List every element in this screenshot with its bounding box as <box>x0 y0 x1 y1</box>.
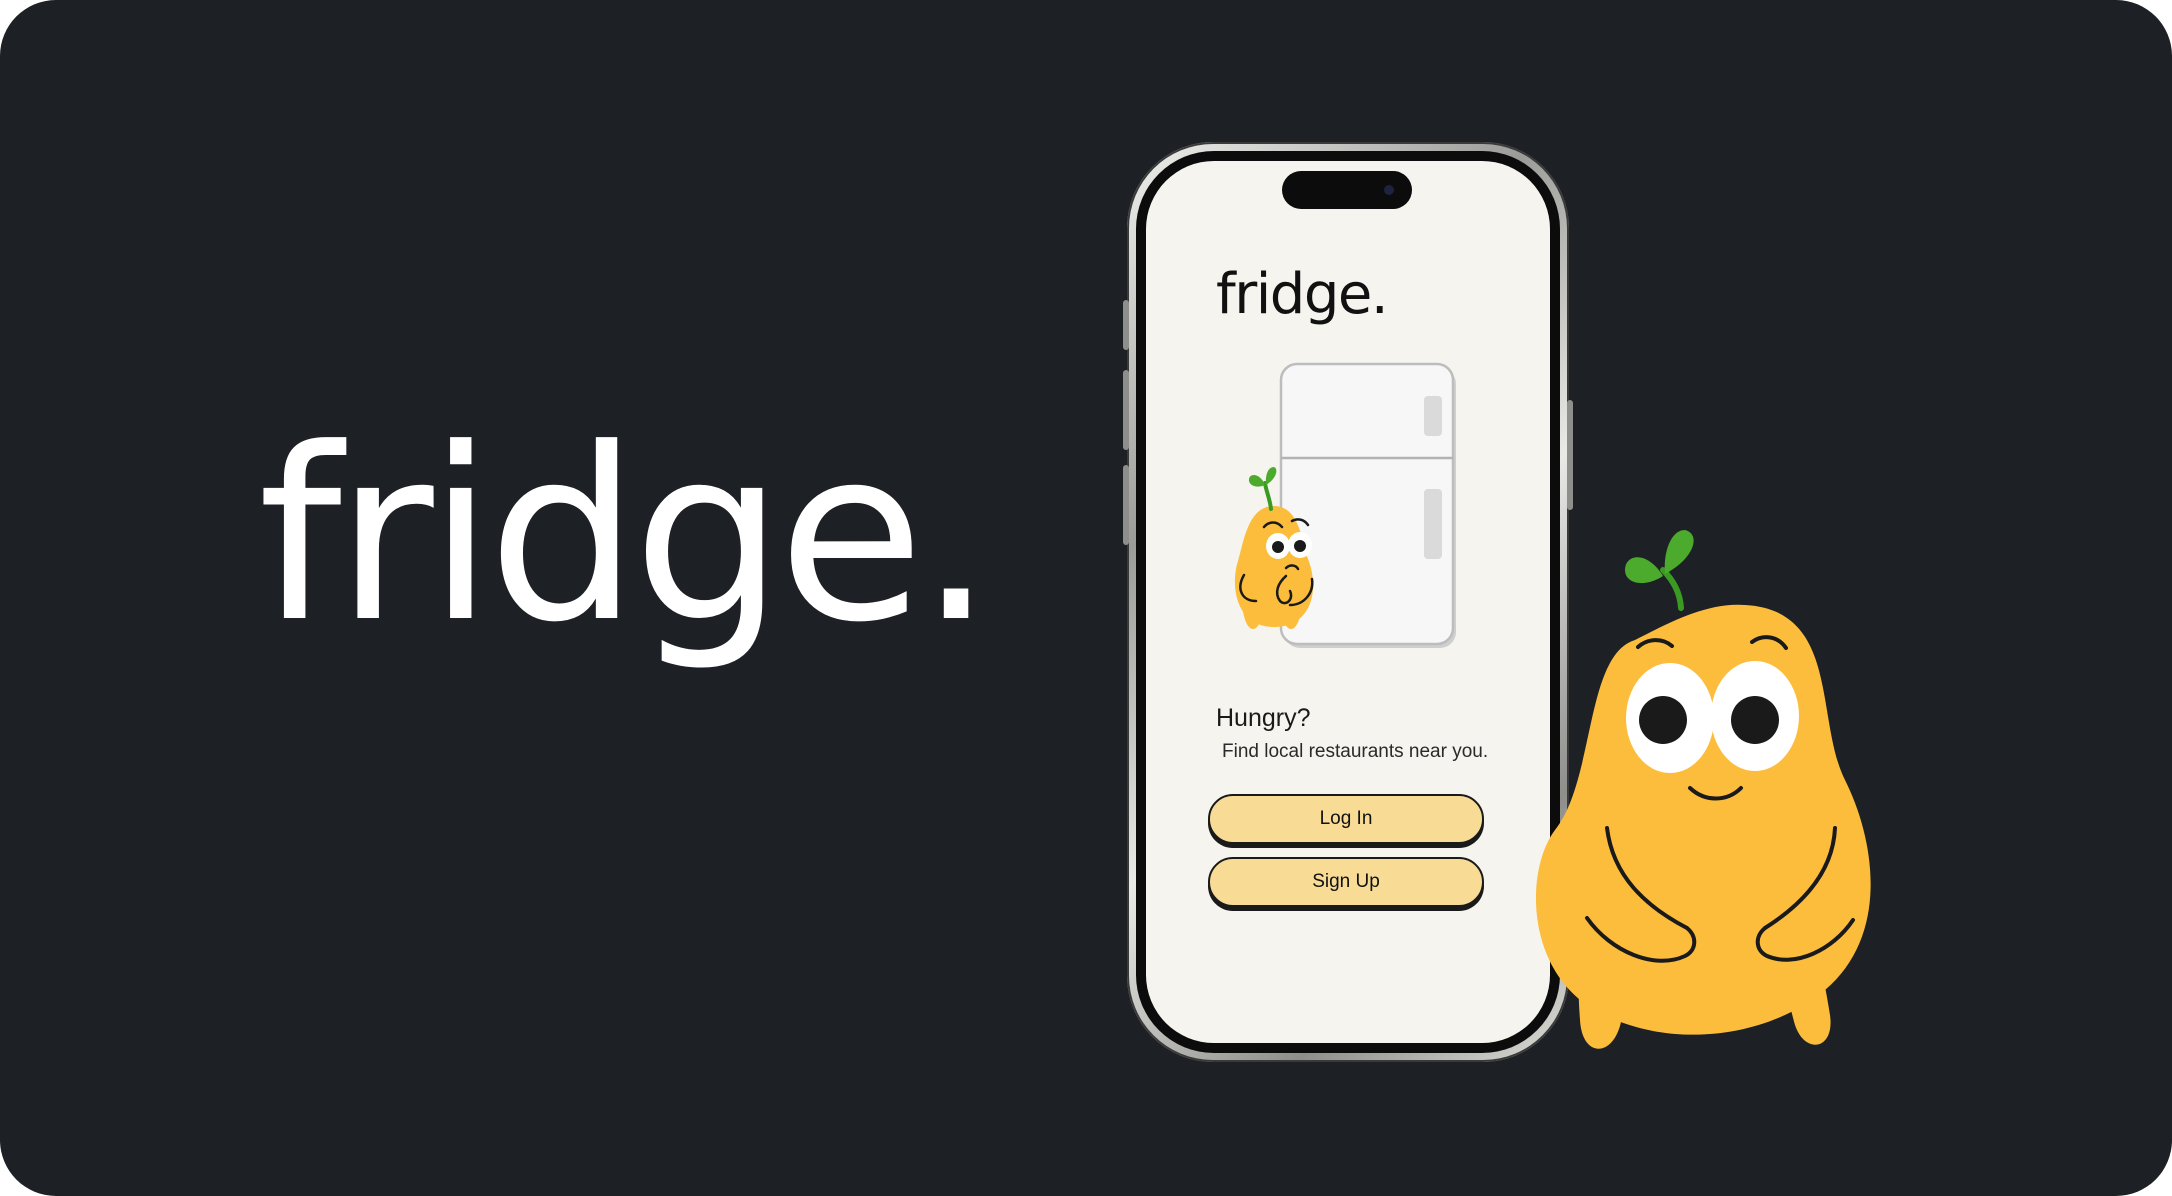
phone-side-button <box>1123 370 1129 450</box>
camera-icon <box>1384 185 1394 195</box>
login-button[interactable]: Log In <box>1208 794 1484 844</box>
phone-side-button <box>1567 400 1573 510</box>
tagline-text: Find local restaurants near you. <box>1222 741 1489 762</box>
phone-screen: fridge. Hungry? Find local restaurants n… <box>1146 161 1550 1043</box>
headline-text: Hungry? <box>1216 704 1311 732</box>
mascot-icon <box>1535 530 1871 1049</box>
fridge-illustration <box>1234 362 1456 648</box>
signup-button[interactable]: Sign Up <box>1208 857 1484 907</box>
phone-side-button <box>1123 465 1129 545</box>
brand-logo: fridge. <box>258 398 994 675</box>
hero-card: fridge. fridge. Hungry? Find local resta… <box>0 0 2172 1196</box>
app-logo: fridge. <box>1216 262 1389 327</box>
phone-side-button <box>1123 300 1129 350</box>
dynamic-island <box>1282 171 1412 209</box>
